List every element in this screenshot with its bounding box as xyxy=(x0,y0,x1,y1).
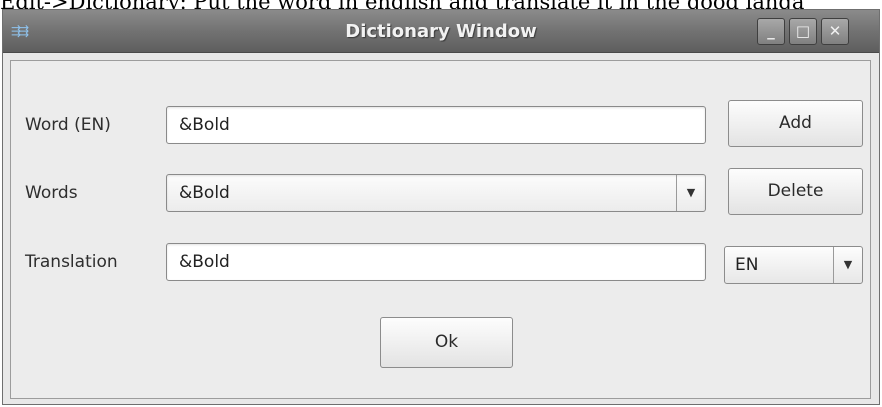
words-selected-value: &Bold xyxy=(179,183,230,203)
minimize-button[interactable]: _ xyxy=(757,18,785,45)
language-select[interactable]: EN ▼ xyxy=(724,246,863,284)
dialog-body: Word (EN) &Bold Add Words &Bold ▼ Delete… xyxy=(10,60,871,399)
ok-button[interactable]: Ok xyxy=(380,317,513,368)
maximize-button[interactable]: □ xyxy=(789,18,817,45)
chevron-down-icon[interactable]: ▼ xyxy=(676,175,705,211)
language-selected-value: EN xyxy=(735,255,759,275)
dictionary-window: ⇶⇶ Dictionary Window _ □ ✕ Word (EN) &Bo… xyxy=(2,9,880,405)
chevron-down-icon[interactable]: ▼ xyxy=(833,247,862,283)
word-label: Word (EN) xyxy=(25,115,111,135)
translation-label: Translation xyxy=(25,252,118,272)
word-input[interactable]: &Bold xyxy=(166,106,706,144)
words-label: Words xyxy=(25,183,78,203)
title-bar[interactable]: ⇶⇶ Dictionary Window _ □ ✕ xyxy=(3,10,879,53)
translation-input[interactable]: &Bold xyxy=(166,243,706,281)
add-button[interactable]: Add xyxy=(728,100,863,147)
words-combobox[interactable]: &Bold ▼ xyxy=(166,174,706,212)
delete-button[interactable]: Delete xyxy=(728,168,863,215)
window-title: Dictionary Window xyxy=(345,21,537,42)
close-button[interactable]: ✕ xyxy=(821,18,849,45)
